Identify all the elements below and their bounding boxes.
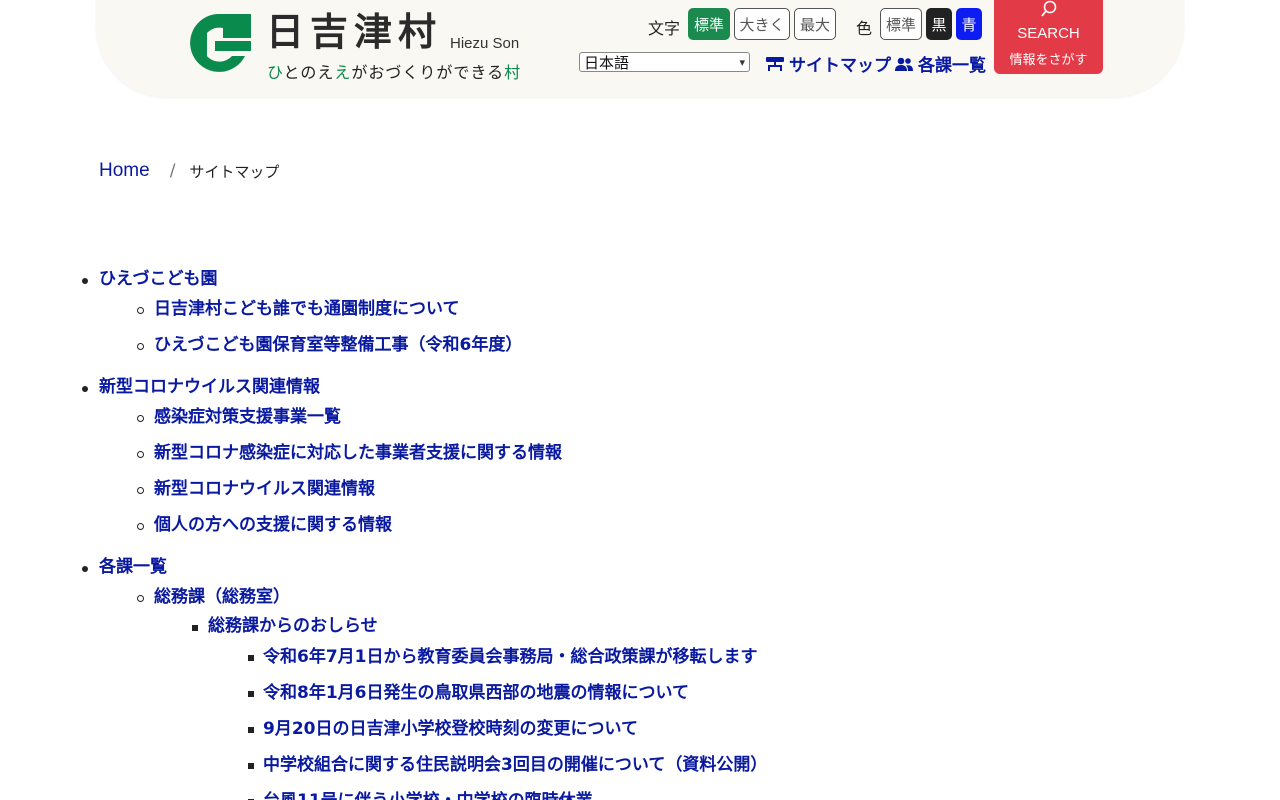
search-icon xyxy=(1041,0,1057,17)
chevron-down-icon: ▾ xyxy=(739,55,745,69)
list-bullet xyxy=(248,691,254,697)
list-item[interactable]: 9月20日の日吉津小学校登校時刻の変更について xyxy=(263,718,638,740)
text-size-standard-button[interactable]: 標準 xyxy=(688,8,730,40)
sitemap-section-departments[interactable]: 各課一覧 xyxy=(99,556,167,578)
list-item[interactable]: 令和6年7月1日から教育委員会事務局・総合政策課が移転します xyxy=(263,646,758,668)
color-label: 色 xyxy=(856,19,873,38)
departments-link[interactable]: 各課一覧 xyxy=(895,51,986,76)
sitemap-link-label: サイトマップ xyxy=(789,56,891,76)
sitemap-icon xyxy=(766,56,784,71)
list-bullet xyxy=(82,386,88,392)
list-bullet xyxy=(82,566,88,572)
color-black-button[interactable]: 黒 xyxy=(926,8,952,40)
language-select[interactable]: 日本語 ▾ xyxy=(579,52,750,72)
list-item[interactable]: 新型コロナウイルス関連情報 xyxy=(154,478,375,500)
breadcrumb-current: サイトマップ xyxy=(189,162,280,181)
village-logo[interactable] xyxy=(181,12,253,74)
list-item[interactable]: 台風11号に伴う小学校・中学校の臨時休業 xyxy=(263,790,593,800)
list-bullet xyxy=(137,307,144,314)
text-size-large-button[interactable]: 大きく xyxy=(734,8,790,40)
list-bullet xyxy=(137,415,144,422)
breadcrumb-separator: / xyxy=(169,161,176,181)
text-size-max-button[interactable]: 最大 xyxy=(794,8,836,40)
list-item[interactable]: 総務課からのおしらせ xyxy=(208,615,378,637)
list-item[interactable]: 令和8年1月6日発生の鳥取県西部の地震の情報について xyxy=(263,682,689,704)
site-tagline: ひとのええがおづくりができる村 xyxy=(267,59,521,83)
breadcrumb: Home / サイトマップ xyxy=(99,160,279,182)
list-bullet xyxy=(137,487,144,494)
list-bullet xyxy=(137,343,144,350)
search-button[interactable]: SEARCH 情報をさがす xyxy=(994,0,1103,74)
list-bullet xyxy=(248,763,254,769)
sitemap-link[interactable]: サイトマップ xyxy=(766,51,891,76)
users-icon xyxy=(895,57,913,71)
list-item[interactable]: 日吉津村こども誰でも通園制度について xyxy=(154,298,460,320)
departments-link-label: 各課一覧 xyxy=(918,56,986,76)
sitemap-section-kodomoen[interactable]: ひえづこども園 xyxy=(99,268,218,290)
list-item[interactable]: 個人の方への支援に関する情報 xyxy=(154,514,392,536)
tagline-part: え xyxy=(334,63,352,82)
language-selected: 日本語 xyxy=(584,53,630,72)
list-bullet xyxy=(137,451,144,458)
color-blue-button[interactable]: 青 xyxy=(956,8,982,40)
site-title[interactable]: 日吉津村 xyxy=(266,10,442,54)
tagline-part: がおづくりができる xyxy=(351,63,505,82)
list-bullet xyxy=(248,727,254,733)
search-sublabel: 情報をさがす xyxy=(1009,53,1088,68)
list-item[interactable]: 新型コロナ感染症に対応した事業者支援に関する情報 xyxy=(154,442,562,464)
site-title-en: Hiezu Son xyxy=(450,35,520,52)
list-bullet xyxy=(192,625,198,631)
sitemap-section-covid[interactable]: 新型コロナウイルス関連情報 xyxy=(99,376,320,398)
list-bullet xyxy=(137,595,144,602)
list-item[interactable]: ひえづこども園保育室等整備工事（令和6年度） xyxy=(154,334,522,356)
tagline-part: ひ xyxy=(267,63,284,82)
text-size-label: 文字 xyxy=(648,19,681,38)
list-bullet xyxy=(82,278,88,284)
list-item[interactable]: 中学校組合に関する住民説明会3回目の開催について（資料公開） xyxy=(263,754,767,776)
list-bullet xyxy=(137,523,144,530)
list-item[interactable]: 総務課（総務室） xyxy=(154,586,290,608)
breadcrumb-home[interactable]: Home xyxy=(99,160,150,182)
search-label: SEARCH xyxy=(1017,25,1080,42)
color-standard-button[interactable]: 標準 xyxy=(880,8,922,40)
list-bullet xyxy=(248,655,254,661)
tagline-part: とのえ xyxy=(283,63,335,82)
tagline-part: 村 xyxy=(504,63,522,82)
list-item[interactable]: 感染症対策支援事業一覧 xyxy=(154,406,341,428)
